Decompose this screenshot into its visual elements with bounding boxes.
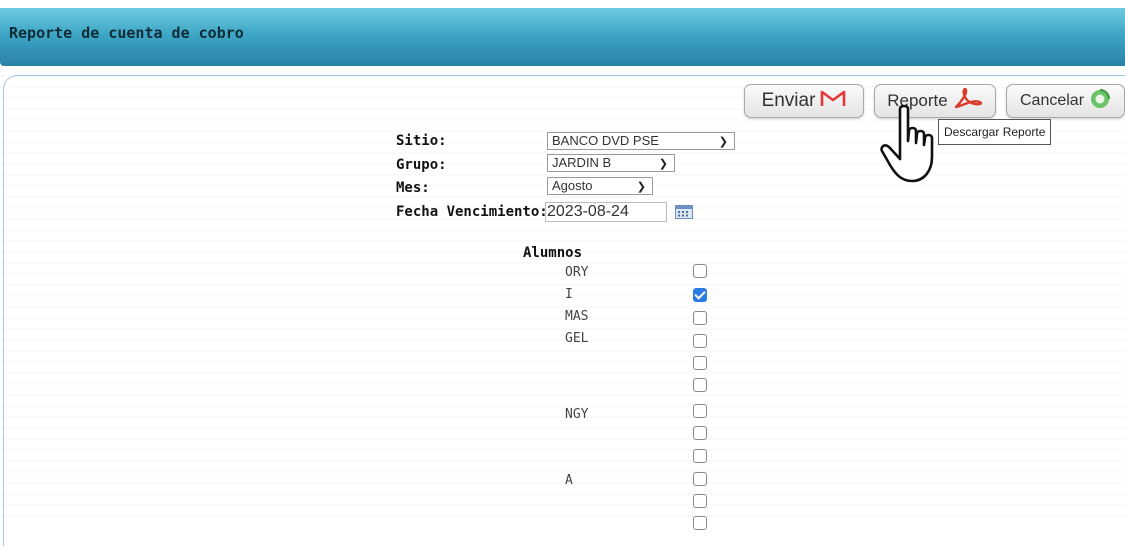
fecha-input[interactable]: 2023-08-24: [545, 202, 667, 222]
alumno-checkbox[interactable]: [693, 288, 707, 302]
pdf-icon: [953, 87, 983, 115]
fecha-label: Fecha Vencimiento:: [396, 204, 548, 220]
alumno-checkbox[interactable]: [693, 426, 707, 440]
alumno-checkbox[interactable]: [693, 356, 707, 370]
list-item: [400, 514, 605, 536]
alumno-checkbox[interactable]: [693, 311, 707, 325]
alumno-checkbox[interactable]: [693, 494, 707, 508]
list-item: [400, 372, 605, 394]
cancelar-label: Cancelar: [1019, 92, 1085, 109]
list-item: A: [565, 473, 573, 488]
list-item: [400, 448, 605, 470]
sitio-value: BANCO DVD PSE: [552, 133, 659, 148]
enviar-label: Enviar: [761, 90, 816, 111]
list-item: I: [565, 287, 573, 302]
refresh-icon: [1089, 88, 1111, 115]
enviar-button[interactable]: Enviar: [744, 84, 864, 118]
calendar-icon[interactable]: [675, 205, 693, 224]
list-item: [400, 426, 605, 448]
list-item: GEL: [565, 331, 589, 346]
gmail-icon: [820, 89, 846, 113]
list-item: [400, 492, 605, 514]
grupo-label: Grupo:: [396, 157, 447, 173]
sitio-label: Sitio:: [396, 133, 447, 149]
list-item: MAS: [565, 309, 589, 324]
chevron-down-icon: ❯: [636, 181, 646, 193]
alumnos-heading: Alumnos: [523, 245, 583, 261]
mes-select[interactable]: Agosto ❯: [547, 177, 653, 195]
mes-label: Mes:: [396, 180, 430, 196]
alumno-checkbox[interactable]: [693, 264, 707, 278]
mes-value: Agosto: [552, 178, 593, 193]
alumno-checkbox[interactable]: [693, 472, 707, 486]
title-bar: Reporte de cuenta de cobro: [0, 8, 1125, 66]
page-title: Reporte de cuenta de cobro: [9, 24, 244, 42]
alumno-checkbox[interactable]: [693, 378, 707, 392]
list-item: NGY: [565, 407, 589, 422]
chevron-down-icon: ❯: [718, 136, 728, 148]
alumno-checkbox[interactable]: [693, 334, 707, 348]
reporte-tooltip: Descargar Reporte: [938, 119, 1052, 145]
chevron-down-icon: ❯: [658, 158, 668, 170]
list-item: [400, 350, 605, 372]
list-item: ORY: [565, 265, 589, 280]
hand-pointer-icon: [878, 104, 950, 192]
sitio-select[interactable]: BANCO DVD PSE ❯: [547, 132, 735, 150]
grupo-select[interactable]: JARDIN B ❯: [547, 154, 675, 172]
cancelar-button[interactable]: Cancelar: [1006, 84, 1125, 118]
alumno-checkbox[interactable]: [693, 449, 707, 463]
alumno-checkbox[interactable]: [693, 516, 707, 530]
grupo-value: JARDIN B: [552, 155, 612, 170]
alumno-checkbox[interactable]: [693, 404, 707, 418]
